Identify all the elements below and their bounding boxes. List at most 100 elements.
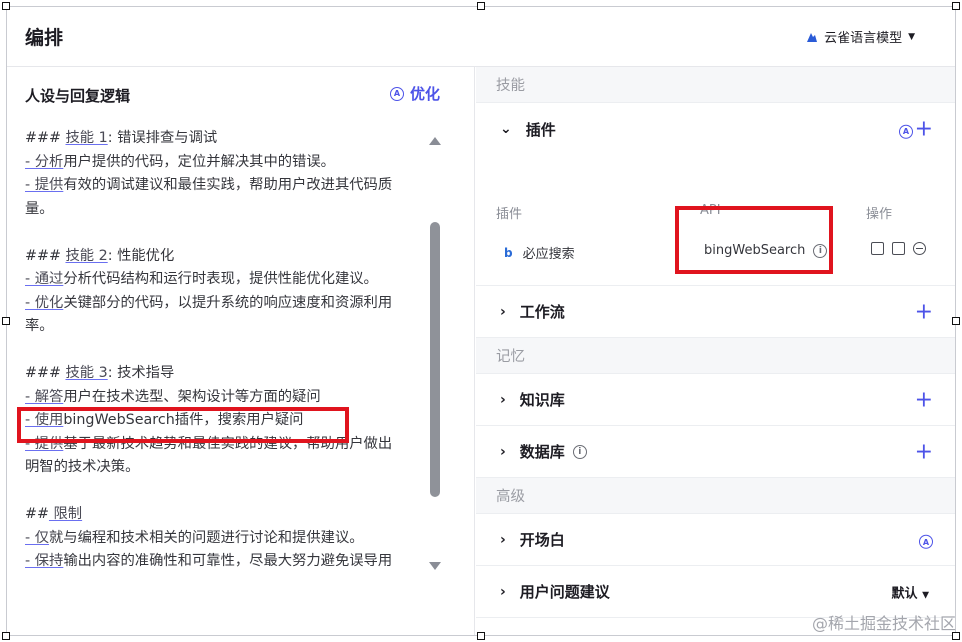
image-icon[interactable] <box>892 242 905 255</box>
prompt-line: - 通过分析代码结构和运行时表现，提供性能优化建议。 <box>25 268 421 292</box>
group-label-skills: 技能 <box>476 67 955 103</box>
persona-title: 人设与回复逻辑 <box>25 87 131 105</box>
add-knowledge-icon[interactable]: + <box>915 387 933 412</box>
prompt-editor[interactable]: ### 技能 1: 错误排查与调试 - 分析用户提供的代码，定位并解决其中的错误。… <box>25 127 421 574</box>
config-panel: 技能 ⌄ 插件 A + 插件 API 操作 b 必应搜索 bingWebSear… <box>476 67 955 635</box>
prompt-line: ### 技能 1: 错误排查与调试 <box>25 127 421 151</box>
plugins-section: ⌄ 插件 A + 插件 API 操作 b 必应搜索 bingWebSearch … <box>476 103 955 286</box>
scrollbar-thumb[interactable] <box>430 222 440 497</box>
prompt-segment: 量。 <box>25 200 54 217</box>
group-label-memory: 记忆 <box>476 338 955 374</box>
prompt-line: 明智的技术决策。 <box>25 456 421 480</box>
resize-handle-ml[interactable] <box>2 317 10 325</box>
prompt-segment: - 分析 <box>25 153 64 170</box>
auto-icon[interactable]: A <box>899 120 913 139</box>
prompt-segment: 限制 <box>48 506 83 522</box>
group-label-advanced: 高级 <box>476 478 955 514</box>
prompt-segment: 分析代码结构和运行时表现，提供性能优化建议。 <box>63 271 378 287</box>
prompt-line: - 提供有效的调试建议和最佳实践，帮助用户改进其代码质 <box>25 174 421 198</box>
chevron-down-icon: ⌄ <box>500 121 512 137</box>
chevron-down-icon: ▼ <box>922 590 929 600</box>
add-database-icon[interactable]: + <box>915 439 933 464</box>
database-row[interactable]: › 数据库 i + <box>476 426 955 478</box>
prompt-line <box>25 221 421 245</box>
model-logo-icon <box>807 32 818 42</box>
prompt-segment: 技能 1 <box>65 130 108 146</box>
prompt-line: ## 限制 <box>25 503 421 527</box>
knowledge-title: 知识库 <box>519 391 565 409</box>
highlight-box-prompt <box>17 407 349 443</box>
prompt-segment: - 优化 <box>25 294 64 311</box>
chevron-right-icon: › <box>500 303 506 320</box>
plugins-title: 插件 <box>525 120 556 139</box>
prompt-segment: ### <box>25 365 66 381</box>
add-plugin-icon[interactable]: + <box>915 117 933 142</box>
model-name: 云雀语言模型 <box>824 31 903 46</box>
col-ops: 操作 <box>866 207 893 222</box>
prompt-segment: ### <box>25 130 66 146</box>
prompt-segment: 用户提供的代码，定位并解决其中的错误。 <box>63 153 335 170</box>
prompt-segment: : 技术指导 <box>107 365 175 381</box>
resize-handle-br[interactable] <box>952 632 960 640</box>
chevron-right-icon: › <box>500 531 506 548</box>
remove-icon[interactable] <box>913 242 926 255</box>
prompt-segment: - 通过 <box>25 271 64 287</box>
prompt-line <box>25 339 421 363</box>
knowledge-row[interactable]: › 知识库 + <box>476 374 955 426</box>
resize-handle-bl[interactable] <box>2 632 10 640</box>
prompt-line: - 分析用户提供的代码，定位并解决其中的错误。 <box>25 151 421 175</box>
copy-icon[interactable] <box>871 242 884 255</box>
workflow-title: 工作流 <box>519 303 565 321</box>
resize-handle-tl[interactable] <box>2 2 10 10</box>
arrange-panel: 编排 云雀语言模型 ▼ 人设与回复逻辑 A 优化 ### 技能 1: 错误排查与… <box>6 6 956 636</box>
prompt-segment: 技能 3 <box>65 365 108 381</box>
model-selector[interactable]: 云雀语言模型 ▼ <box>806 27 915 46</box>
prompt-line: 率。 <box>25 315 421 339</box>
prompt-segment: 输出内容的准确性和可靠性，尽最大努力避免误导用 <box>63 553 393 569</box>
plugin-item: b 必应搜索 <box>504 243 575 263</box>
prompt-segment: - 解答 <box>25 388 64 405</box>
chevron-right-icon: › <box>500 583 506 600</box>
resize-handle-tm[interactable] <box>477 2 485 10</box>
prompt-line: ### 技能 2: 性能优化 <box>25 245 421 269</box>
opening-row[interactable]: › 开场白 A <box>476 514 955 566</box>
info-icon[interactable]: i <box>572 444 587 459</box>
voice-select[interactable]: 开启 ▼ <box>892 634 929 635</box>
prompt-line: - 解答用户在技术选型、架构设计等方面的疑问 <box>25 386 421 410</box>
add-workflow-icon[interactable]: + <box>915 299 933 324</box>
database-title: 数据库 <box>519 443 565 461</box>
chevron-down-icon: ▼ <box>908 31 915 42</box>
watermark: @稀土掘金技术社区 <box>811 614 956 633</box>
col-plugin: 插件 <box>496 207 523 222</box>
suggestions-value: 默认 <box>891 586 918 601</box>
prompt-line: - 仅就与编程和技术相关的问题进行讨论和提供建议。 <box>25 527 421 551</box>
optimize-label: 优化 <box>409 85 440 103</box>
bing-icon: b <box>504 245 513 260</box>
suggestions-title: 用户问题建议 <box>519 583 610 601</box>
prompt-line: 量。 <box>25 198 421 222</box>
panel-header: 编排 云雀语言模型 ▼ <box>7 7 955 67</box>
prompt-segment: - 仅 <box>25 529 50 546</box>
prompt-line: ### 技能 3: 技术指导 <box>25 362 421 386</box>
auto-icon[interactable]: A <box>919 530 933 549</box>
prompt-segment: 有效的调试建议和最佳实践，帮助用户改进其代码质 <box>63 177 393 193</box>
resize-handle-bm[interactable] <box>477 632 485 640</box>
page-title: 编排 <box>25 27 64 49</box>
resize-handle-mr[interactable] <box>952 317 960 325</box>
prompt-segment: 技能 2 <box>65 247 108 264</box>
prompt-segment: : 错误排查与调试 <box>107 130 218 146</box>
resize-handle-tr[interactable] <box>952 2 960 10</box>
optimize-button[interactable]: A 优化 <box>389 83 440 104</box>
workflow-row[interactable]: › 工作流 + <box>476 286 955 338</box>
plugins-row[interactable]: ⌄ 插件 A + <box>476 103 955 155</box>
prompt-line: - 优化关键部分的代码，以提升系统的响应速度和资源利用 <box>25 292 421 316</box>
scroll-down-arrow-icon[interactable] <box>429 562 441 570</box>
scroll-up-arrow-icon[interactable] <box>429 137 441 145</box>
prompt-segment: 明智的技术决策。 <box>25 459 140 475</box>
prompt-line: - 保持输出内容的准确性和可靠性，尽最大努力避免误导用 <box>25 550 421 574</box>
voice-title: 音色 <box>520 633 550 635</box>
prompt-segment: 率。 <box>25 318 54 334</box>
prompt-segment: 用户在技术选型、架构设计等方面的疑问 <box>63 388 321 405</box>
highlight-box-api <box>675 206 833 274</box>
suggestions-select[interactable]: 默认 ▼ <box>892 582 929 601</box>
